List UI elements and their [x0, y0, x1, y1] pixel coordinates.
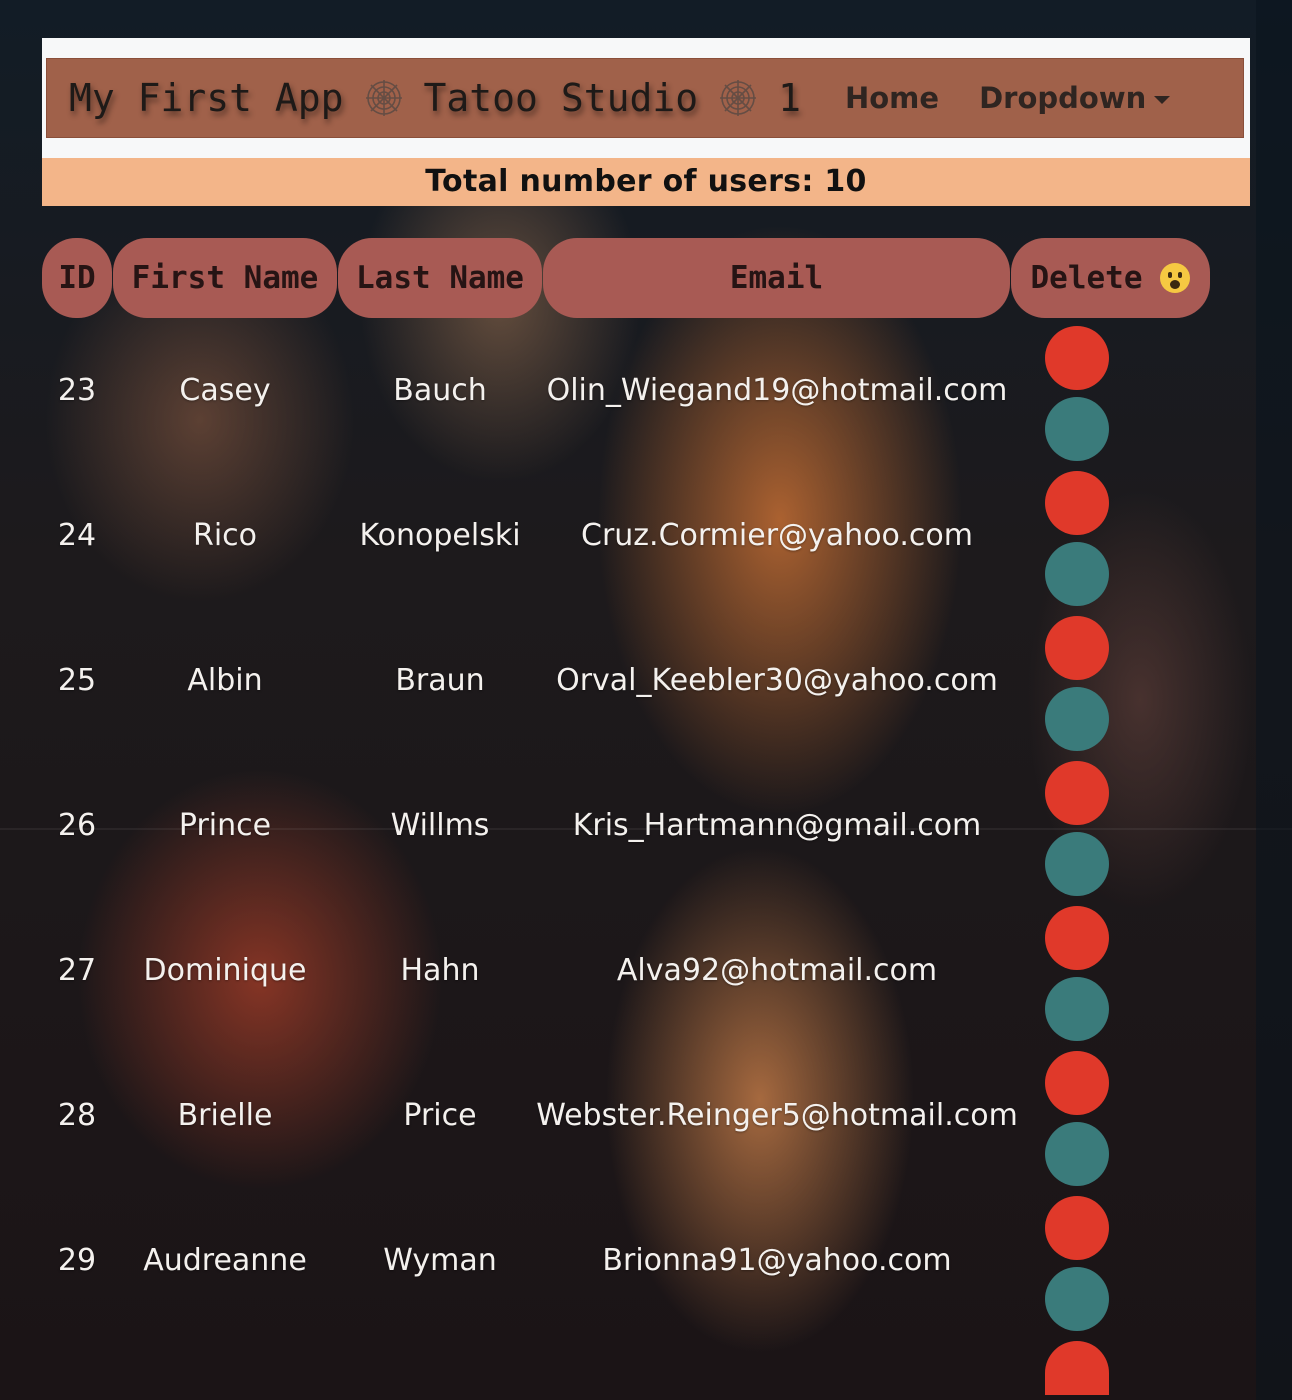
edit-button[interactable] — [1045, 832, 1109, 896]
edit-button[interactable] — [1045, 687, 1109, 751]
spider-web-icon — [365, 80, 402, 116]
spider-web-icon — [720, 80, 757, 116]
brand-counter: 1 — [778, 76, 801, 120]
delete-button[interactable] — [1045, 1341, 1109, 1395]
brand-subtitle: Tatoo Studio — [423, 76, 699, 120]
scream-emoji-icon — [1160, 263, 1191, 293]
cell-email: Cruz.Cormier@yahoo.com — [581, 518, 973, 553]
header-id: ID — [42, 238, 112, 318]
nav-home-link[interactable]: Home — [845, 81, 939, 115]
delete-button[interactable] — [1045, 326, 1109, 390]
cell-email: Kris_Hartmann@gmail.com — [572, 808, 982, 843]
edit-button[interactable] — [1045, 542, 1109, 606]
edit-button[interactable] — [1045, 1122, 1109, 1186]
delete-button[interactable] — [1045, 1051, 1109, 1115]
header-delete-label: Delete — [1030, 260, 1143, 296]
cell-email: Alva92@hotmail.com — [616, 953, 938, 988]
cell-email: Olin_Wiegand19@hotmail.com — [546, 373, 1008, 408]
edit-button[interactable] — [1045, 397, 1109, 461]
header-email: Email — [543, 238, 1010, 318]
user-count-banner: Total number of users: 10 — [42, 158, 1250, 206]
delete-button[interactable] — [1045, 906, 1109, 970]
navbar-container: My First App Tatoo Studio 1 Home Dropdow… — [42, 38, 1250, 158]
caret-down-icon — [1154, 96, 1171, 104]
header-first-name: First Name — [113, 238, 337, 318]
edit-button[interactable] — [1045, 977, 1109, 1041]
delete-button[interactable] — [1045, 1196, 1109, 1260]
navbar: My First App Tatoo Studio 1 Home Dropdow… — [46, 58, 1244, 138]
delete-button[interactable] — [1045, 471, 1109, 535]
header-delete: Delete — [1011, 238, 1210, 318]
nav-dropdown-label: Dropdown — [979, 81, 1147, 115]
delete-button[interactable] — [1045, 616, 1109, 680]
cell-email: Brionna91@yahoo.com — [602, 1243, 952, 1278]
navbar-brand[interactable]: My First App Tatoo Studio 1 — [69, 76, 801, 120]
edit-button[interactable] — [1045, 1267, 1109, 1331]
brand-title: My First App — [69, 76, 344, 120]
cell-email: Webster.Reinger5@hotmail.com — [536, 1098, 1018, 1133]
cell-email: Orval_Keebler30@yahoo.com — [556, 663, 998, 698]
header-last-name: Last Name — [338, 238, 542, 318]
delete-button[interactable] — [1045, 761, 1109, 825]
nav-dropdown-toggle[interactable]: Dropdown — [979, 81, 1171, 115]
background-edge — [1256, 0, 1292, 1400]
